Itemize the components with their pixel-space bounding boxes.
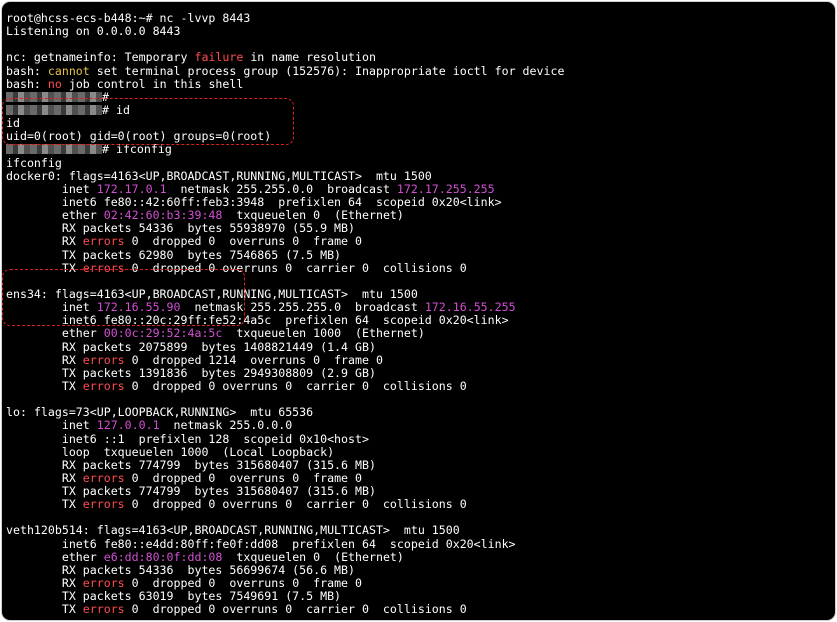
terminal-text: #	[102, 89, 109, 104]
terminal-text: TX packets 63019 bytes 7549691 (7.5 MB)	[6, 589, 342, 604]
terminal-text: 0 dropped 0 overruns 0 frame 0	[124, 576, 362, 591]
terminal-text: 0 dropped 0 overruns 0 carrier 0 collisi…	[124, 378, 467, 393]
terminal-text: 0 dropped 0 overruns 0 frame 0	[124, 234, 362, 249]
terminal-text: set terminal process group (152576): Ina…	[89, 63, 565, 78]
terminal-text: netmask 255.255.255.0 broadcast	[180, 300, 425, 315]
address-value: 00:0c:29:52:4a:5c	[103, 326, 223, 341]
error-keyword: errors	[82, 352, 125, 367]
redacted-hostname	[6, 104, 102, 115]
address-value: e6:dd:80:0f:dd:08	[103, 549, 223, 564]
terminal-text: netmask 255.255.0.0 broadcast	[166, 181, 397, 196]
terminal-text: txqueuelen 0 (Ethernet)	[222, 208, 404, 223]
terminal-line: bash: no job control in this shell	[6, 76, 831, 91]
terminal-text: inet	[6, 418, 97, 433]
terminal-text: root@hcss-ecs-b448:~# nc -lvvp 8443	[6, 11, 251, 25]
terminal-text: docker0: flags=4163<UP,BROADCAST,RUNNING…	[6, 168, 432, 183]
terminal-text: job control in this shell	[61, 76, 244, 91]
terminal-text: TX packets 62980 bytes 7546865 (7.5 MB)	[6, 247, 342, 262]
error-keyword: errors	[82, 378, 125, 393]
error-keyword: errors	[82, 497, 125, 512]
terminal-text: txqueuelen 0 (Ethernet)	[222, 549, 404, 564]
terminal-text: TX	[6, 497, 83, 512]
terminal-text: in name resolution	[243, 50, 376, 65]
terminal-text: 0 dropped 0 overruns 0 carrier 0 collisi…	[124, 260, 467, 275]
terminal-text: inet6 fe80::e4dd:80ff:fe0f:dd08 prefixle…	[6, 536, 516, 551]
terminal-line: Listening on 0.0.0.0 8443	[6, 25, 831, 38]
address-value: 172.16.55.255	[424, 300, 516, 315]
terminal-text: inet	[6, 300, 97, 315]
error-keyword: errors	[82, 576, 125, 591]
terminal-text: TX packets 774799 bytes 315680407 (315.6…	[6, 484, 376, 499]
error-keyword: errors	[82, 234, 125, 249]
terminal-text: ether	[6, 326, 104, 341]
terminal-text: RX	[6, 576, 83, 591]
terminal-window[interactable]: root@hcss-ecs-b448:~# nc -lvvp 8443 Liste…	[2, 2, 835, 620]
terminal-text: # ifconfig	[102, 142, 172, 157]
terminal-text: inet6 ::1 prefixlen 128 scopeid 0x10<hos…	[6, 431, 369, 446]
terminal-text: RX packets 54336 bytes 56699674 (56.6 MB…	[6, 562, 356, 577]
address-value: 127.0.0.1	[96, 418, 160, 433]
redacted-hostname	[6, 91, 102, 102]
address-value: 02:42:60:b3:39:48	[103, 208, 223, 223]
error-keyword: failure	[194, 50, 244, 65]
error-keyword: errors	[82, 470, 125, 485]
terminal-text: TX	[6, 378, 83, 393]
terminal-text: bash:	[6, 63, 48, 78]
terminal-text: uid=0(root) gid=0(root) groups=0(root)	[6, 129, 272, 144]
terminal-text: ens34: flags=4163<UP,BROADCAST,RUNNING,M…	[6, 286, 418, 301]
terminal-text: 0 dropped 1214 overruns 0 frame 0	[124, 352, 383, 367]
address-value: 172.16.55.90	[96, 300, 181, 315]
error-keyword: errors	[82, 602, 125, 617]
terminal-text: inet6 fe80::42:60ff:feb3:3948 prefixlen …	[6, 194, 502, 209]
terminal-text: loop txqueuelen 1000 (Local Loopback)	[6, 444, 335, 459]
redacted-hostname	[6, 144, 102, 155]
terminal-text: veth120b514: flags=4163<UP,BROADCAST,RUN…	[6, 523, 460, 538]
terminal-line: TX errors 0 dropped 0 overruns 0 carrier…	[6, 378, 831, 393]
terminal-text: lo: flags=73<UP,LOOPBACK,RUNNING> mtu 65…	[6, 405, 314, 420]
error-keyword: errors	[82, 260, 125, 275]
terminal-text: inet	[6, 181, 97, 196]
terminal-output: root@hcss-ecs-b448:~# nc -lvvp 8443 Liste…	[6, 11, 831, 616]
address-value: 172.17.255.255	[396, 181, 495, 196]
terminal-text: TX packets 1391836 bytes 2949308809 (2.9…	[6, 365, 376, 380]
terminal-text: 0 dropped 0 overruns 0 carrier 0 collisi…	[124, 497, 467, 512]
terminal-text: txqueuelen 1000 (Ethernet)	[222, 326, 425, 341]
terminal-text: ether	[6, 549, 104, 564]
terminal-text: ether	[6, 208, 104, 223]
terminal-line: # ifconfig	[6, 143, 831, 156]
terminal-line: TX errors 0 dropped 0 overruns 0 carrier…	[6, 603, 831, 616]
terminal-text: Listening on 0.0.0.0 8443	[6, 24, 181, 39]
terminal-text: TX	[6, 260, 83, 275]
terminal-text: RX packets 774799 bytes 315680407 (315.6…	[6, 457, 376, 472]
error-keyword: no	[47, 76, 62, 91]
terminal-text: bash:	[6, 76, 48, 91]
terminal-text: RX packets 54336 bytes 55938970 (55.9 MB…	[6, 221, 356, 236]
terminal-line: TX errors 0 dropped 0 overruns 0 carrier…	[6, 260, 831, 275]
terminal-text: id	[6, 116, 20, 131]
terminal-text: netmask 255.0.0.0	[159, 418, 293, 433]
terminal-text: ifconfig	[6, 155, 62, 170]
terminal-line: TX errors 0 dropped 0 overruns 0 carrier…	[6, 498, 831, 511]
terminal-text: RX	[6, 470, 83, 485]
terminal-line: # id	[6, 102, 831, 117]
terminal-text: RX	[6, 352, 83, 367]
terminal-text: # id	[102, 102, 130, 117]
terminal-text: 0 dropped 0 overruns 0 frame 0	[124, 470, 362, 485]
terminal-text: inet6 fe80::20c:29ff:fe52:4a5c prefixlen…	[6, 313, 509, 328]
terminal-text: RX packets 2075899 bytes 1408821449 (1.4…	[6, 339, 376, 354]
terminal-text: TX	[6, 602, 83, 617]
warning-keyword: cannot	[47, 63, 90, 78]
terminal-text: 0 dropped 0 overruns 0 carrier 0 collisi…	[124, 602, 467, 617]
terminal-text: nc: getnameinfo: Temporary	[6, 50, 195, 65]
terminal-text: RX	[6, 234, 83, 249]
address-value: 172.17.0.1	[96, 181, 167, 196]
